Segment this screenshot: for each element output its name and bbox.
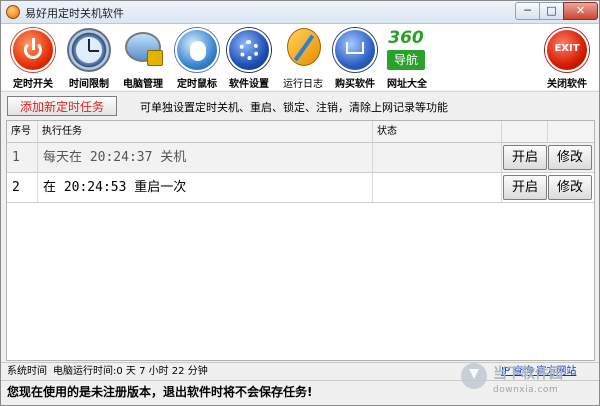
cart-icon [333,28,377,72]
watermark-text: 当下软件园 [493,366,563,382]
add-task-row: 添加新定时任务 可单独设置定时关机、重启、锁定、注销，清除上网记录等功能 [1,91,599,120]
edit-task-button[interactable]: 修改 [548,175,592,200]
title-bar[interactable]: 易好用定时关机软件 ─ □ ✕ [1,1,599,24]
360-nav-icon: 360 导航 [383,28,429,72]
watermark: 当下软件园 downxia.com [459,361,599,405]
column-task: 执行任务 [38,121,373,142]
toolbar-label: 关闭软件 [547,79,587,90]
row-task: 在 20:24:53 重启一次 [38,173,373,202]
toolbar-exit-button[interactable]: EXIT 关闭软件 [539,26,597,90]
task-table: 序号 执行任务 状态 1 每天在 20:24:37 关机 开启 修改 2 在 2… [6,120,595,361]
column-index: 序号 [7,121,38,142]
edit-task-button[interactable]: 修改 [548,145,592,170]
table-header: 序号 执行任务 状态 [7,121,594,143]
column-edit [548,121,594,142]
download-arrow-icon [461,363,487,389]
column-start [502,121,548,142]
watermark-domain: downxia.com [493,385,559,395]
add-task-hint: 可单独设置定时关机、重启、锁定、注销，清除上网记录等功能 [140,101,448,114]
system-time-label: 系统时间 [7,366,47,377]
log-notebook-icon [287,28,321,66]
app-window: 易好用定时关机软件 ─ □ ✕ 定时开关 时间限制 电脑管理 定时鼠标 软件设置… [0,0,600,406]
toolbar-label: 定时开关 [13,79,53,90]
computer-lock-icon [125,32,163,66]
mouse-icon [175,28,219,72]
maximize-button[interactable]: □ [539,2,564,20]
minimize-button[interactable]: ─ [515,2,540,20]
registration-warning: 您现在使用的是未注册版本，退出软件时将不会保存任务! [7,385,313,399]
toolbar-label: 网址大全 [387,79,427,90]
start-task-button[interactable]: 开启 [503,145,547,170]
close-button[interactable]: ✕ [563,2,598,20]
exit-icon: EXIT [545,28,589,72]
row-status [373,143,502,172]
row-status [373,173,502,202]
exit-icon-text: EXIT [554,43,580,54]
logo-nav-text: 导航 [387,50,425,70]
run-time-text: 电脑运行时间:0 天 7 小时 22 分钟 [53,366,208,377]
gear-icon [227,28,271,72]
table-row[interactable]: 1 每天在 20:24:37 关机 开启 修改 [7,143,594,173]
add-task-button[interactable]: 添加新定时任务 [7,96,117,116]
clock-icon [67,28,111,72]
toolbar-nav-button[interactable]: 360 导航 网址大全 [379,26,437,90]
row-index: 2 [7,173,38,202]
row-index: 1 [7,143,38,172]
row-task: 每天在 20:24:37 关机 [38,143,373,172]
toolbar-timer-button[interactable]: 定时开关 [5,26,63,90]
column-status: 状态 [373,121,502,142]
window-title: 易好用定时关机软件 [25,7,124,20]
start-task-button[interactable]: 开启 [503,175,547,200]
app-icon [6,5,20,19]
logo-360-text: 360 [388,28,424,48]
toolbar: 定时开关 时间限制 电脑管理 定时鼠标 软件设置 运行日志 购买软件 360 导… [1,24,599,90]
power-icon [11,28,55,72]
table-row[interactable]: 2 在 20:24:53 重启一次 开启 修改 [7,173,594,203]
